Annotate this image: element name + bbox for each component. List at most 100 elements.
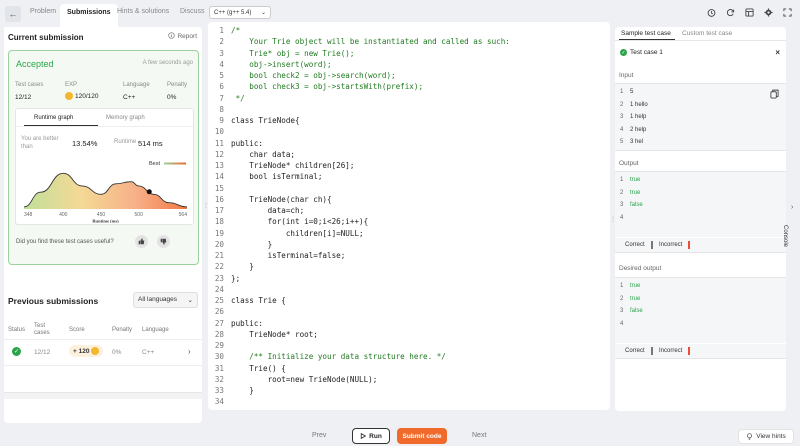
code-text: isTerminal=false; — [231, 251, 346, 260]
tab-discuss[interactable]: Discuss — [180, 8, 205, 15]
line-number: 31 — [214, 363, 224, 373]
list-item: 3 false — [620, 202, 643, 208]
code-text: class Trie { — [231, 296, 286, 305]
line-number: 5 — [620, 139, 624, 145]
line-value: 3 hel — [630, 139, 644, 145]
stat-exp-label: EXP — [65, 82, 78, 88]
code-text: } — [231, 262, 254, 272]
line-number: 27 — [214, 318, 224, 328]
stat-penalty-value: 0% — [167, 94, 177, 101]
code-text: TrieNode(char ch){ — [231, 194, 332, 204]
row-test-cases: 12/12 — [34, 349, 51, 356]
output-label: Output — [619, 160, 639, 167]
code-text: obj->insert(word); — [231, 59, 332, 69]
list-item: 4 — [620, 215, 630, 221]
graph-tabs-divider — [16, 126, 195, 127]
list-item: 1 true — [620, 283, 640, 289]
runtime-graph-box: Runtime graph Memory graph You are bette… — [15, 108, 195, 225]
report-button[interactable]: Report — [168, 32, 197, 41]
desired-legend: Correct Incorrect — [615, 344, 786, 359]
input-label: Input — [619, 72, 634, 79]
code-text: public: — [231, 318, 264, 328]
fullscreen-icon[interactable] — [782, 7, 792, 17]
languages-filter[interactable]: All languages ⌄ — [133, 292, 198, 308]
back-button[interactable]: ← — [5, 6, 21, 22]
close-icon[interactable]: × — [775, 48, 780, 57]
chevron-right-icon[interactable]: › — [188, 347, 191, 356]
line-number: 3 — [620, 308, 624, 314]
code-text: public: — [231, 138, 264, 148]
better-than-label: You are better than — [21, 136, 59, 150]
correct-marker — [651, 241, 653, 249]
header-penalty: Penalty — [112, 327, 133, 333]
list-item: 3 false — [620, 308, 643, 314]
line-number: 13 — [214, 161, 224, 170]
tab-runtime-graph[interactable]: Runtime graph — [34, 115, 73, 121]
tab-submissions[interactable]: Submissions — [60, 4, 118, 28]
list-item: 2 1 hello — [620, 102, 648, 108]
copy-icon[interactable] — [770, 89, 779, 99]
stat-language-label: Language — [123, 82, 150, 88]
console-toggle[interactable]: Console — [782, 195, 800, 255]
list-item: 4 2 help — [620, 127, 646, 133]
refresh-icon[interactable] — [725, 7, 735, 17]
code-text: } — [231, 239, 273, 249]
tab-hints-solutions[interactable]: Hints & solutions — [117, 8, 169, 15]
line-number: 21 — [214, 251, 224, 260]
submit-code-button[interactable]: Submit code — [397, 428, 447, 444]
line-number: 3 — [219, 48, 224, 58]
line-number: 2 — [620, 189, 624, 196]
check-icon: ✓ — [620, 49, 627, 56]
input-box: 1521 hello 3 1 help 4 2 help 5 3 hel — [615, 83, 786, 151]
incorrect-label: Incorrect — [659, 242, 683, 248]
tab-custom-test-case[interactable]: Custom test case — [682, 30, 732, 37]
header-test-cases: Test cases — [34, 323, 50, 336]
right-tabs-divider — [615, 40, 786, 41]
language-select-value: C++ (g++ 5.4) — [214, 9, 252, 16]
chart-xlabel: Runtime (ms) — [92, 219, 119, 224]
line-number: 28 — [214, 329, 224, 339]
list-item: 5 3 hel — [620, 139, 643, 145]
line-number: 34 — [214, 397, 224, 407]
table-divider — [4, 365, 202, 366]
accepted-card: Accepted A few seconds ago Test cases EX… — [8, 50, 199, 265]
timer-icon[interactable] — [706, 7, 716, 17]
tab-sample-test-case[interactable]: Sample test case — [621, 30, 671, 37]
horizontal-scrollbar[interactable] — [4, 392, 202, 399]
line-number: 32 — [214, 374, 224, 384]
thumbs-up-button[interactable] — [135, 235, 148, 248]
line-number: 3 — [620, 202, 624, 208]
test-case-label: Test case 1 — [630, 49, 663, 56]
test-case-panel: Sample test case Custom test case ✓ Test… — [615, 27, 786, 411]
next-button[interactable]: Next — [472, 432, 486, 439]
output-legend: Correct Incorrect — [615, 238, 786, 253]
code-text: for(int i=0;i<26;i++){ — [231, 217, 369, 227]
line-value: false — [630, 308, 643, 314]
thumbs-down-button[interactable] — [157, 235, 170, 248]
list-item: 4 — [620, 321, 630, 327]
line-number: 25 — [214, 296, 224, 305]
tab-problem[interactable]: Problem — [30, 8, 56, 15]
line-number: 29 — [214, 341, 224, 350]
code-text: Your Trie object will be instantiated an… — [231, 37, 510, 47]
best-gradient-bar — [164, 162, 186, 165]
submission-time: A few seconds ago — [142, 60, 193, 66]
line-number: 14 — [214, 172, 224, 182]
layout-icon[interactable] — [744, 7, 754, 17]
gear-icon[interactable] — [763, 7, 773, 17]
code-editor[interactable]: 1 /* 2 Your Trie object will be instantiat… — [208, 22, 610, 410]
status-accepted: Accepted — [16, 59, 54, 69]
stat-language-value: C++ — [123, 94, 136, 101]
x-tick-label: 500 — [135, 212, 144, 218]
line-number: 18 — [214, 217, 224, 227]
language-select[interactable]: C++ (g++ 5.4) ⌄ — [209, 6, 271, 19]
tab-memory-graph[interactable]: Memory graph — [106, 115, 145, 121]
stat-penalty-label: Penalty — [167, 82, 188, 88]
line-value: true — [630, 189, 641, 196]
view-hints-button[interactable]: View hints — [738, 429, 794, 444]
prev-button[interactable]: Prev — [312, 432, 326, 439]
line-number: 8 — [219, 104, 224, 114]
stat-test-cases-value: 12/12 — [15, 94, 32, 101]
run-button[interactable]: Run — [352, 428, 390, 444]
coin-icon — [91, 347, 100, 355]
